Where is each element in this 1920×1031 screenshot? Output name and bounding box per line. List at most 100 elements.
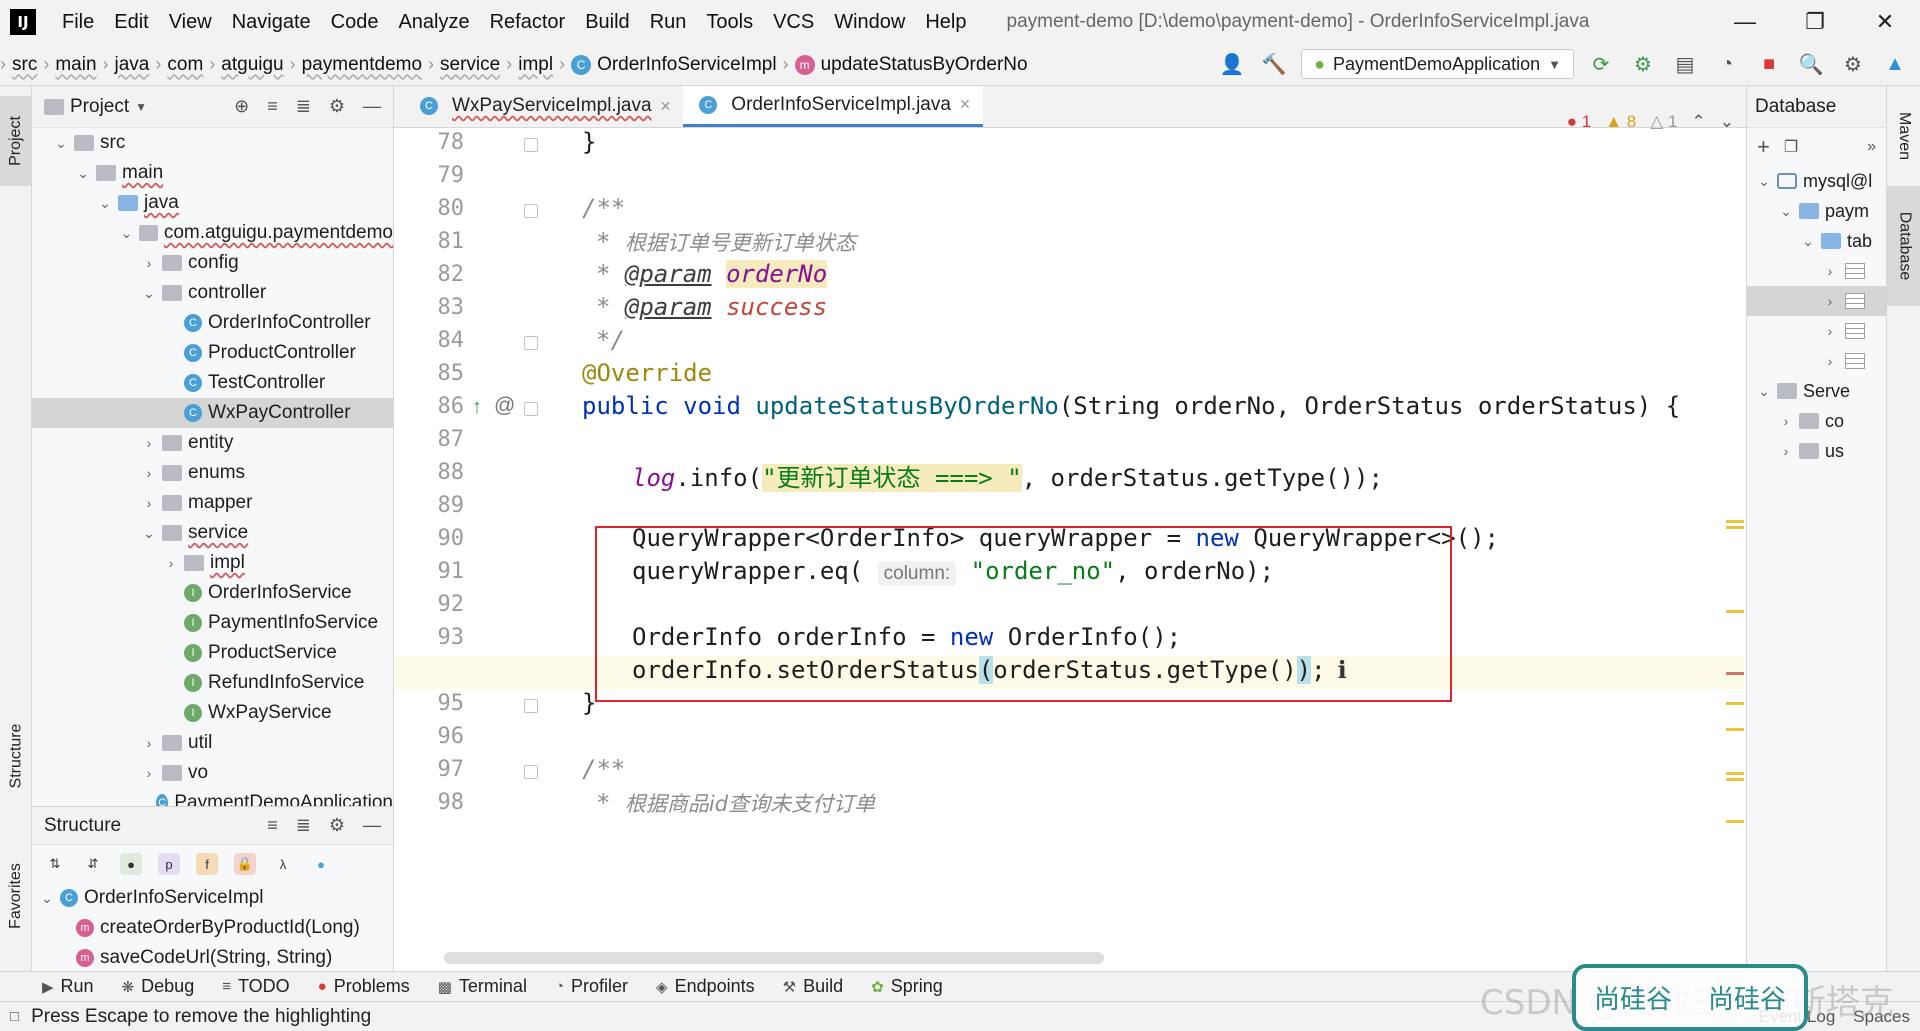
crumb-class[interactable]: C OrderInfoServiceImpl [565,54,783,76]
crumb-impl[interactable]: impl [512,54,559,76]
debug-tool-button[interactable]: ❋ Debug [122,976,195,997]
chevron-up-icon[interactable]: ⌃ [1692,112,1706,132]
autoscroll-icon[interactable]: ● [310,853,332,875]
warning-mark[interactable] [1726,772,1744,775]
implements-method-icon[interactable]: ↑ [472,396,482,419]
crumb-src[interactable]: src [6,54,43,76]
tree-item[interactable]: C ProductController [32,338,393,368]
crumb-java[interactable]: java [109,54,156,76]
tree-item[interactable]: › vo [32,758,393,788]
tree-item[interactable]: › impl [32,548,393,578]
crumb-main[interactable]: main [49,54,102,76]
hide-icon[interactable]: — [363,96,381,117]
structure-item[interactable]: m createOrderByProductId(Long) [32,913,393,943]
database-tree-item[interactable]: › [1747,286,1886,316]
problems-tool-button[interactable]: ● Problems [318,976,410,997]
stop-icon[interactable]: ■ [1754,49,1784,79]
database-tree-item[interactable]: › [1747,256,1886,286]
sort-alpha-icon[interactable]: ⇵ [82,853,104,875]
tree-item[interactable]: › enums [32,458,393,488]
tree-item[interactable]: C WxPayController [32,398,393,428]
chevron-right-icon[interactable]: › [140,495,158,511]
chevron-right-icon[interactable]: › [140,255,158,271]
project-view-select[interactable]: Project ▼ [44,96,147,118]
expand-all-icon[interactable]: ≡ [267,815,278,836]
warning-mark[interactable] [1726,526,1744,529]
build-tool-button[interactable]: ⚒ Build [783,976,843,997]
database-tree-item[interactable]: ⌄ Serve [1747,376,1886,406]
favorites-tool-tab[interactable]: Favorites [0,846,32,946]
menu-window[interactable]: Window [824,0,915,44]
sort-visibility-icon[interactable]: ⇅ [44,853,66,875]
warning-mark[interactable] [1726,610,1744,613]
warning-mark[interactable] [1726,702,1744,705]
locate-icon[interactable]: ⊕ [234,96,249,117]
hide-icon[interactable]: — [363,815,381,836]
search-icon[interactable]: 🔍 [1796,49,1826,79]
tree-item[interactable]: › mapper [32,488,393,518]
show-inherited-icon[interactable]: ● [120,853,142,875]
crumb-com[interactable]: com [161,54,209,76]
chevron-right-icon[interactable]: › [140,435,158,451]
tree-item[interactable]: I RefundInfoService [32,668,393,698]
todo-tool-button[interactable]: ≡ TODO [222,976,289,997]
chevron-right-icon[interactable]: › [1821,263,1839,279]
run-tool-button[interactable]: ▶ Run [42,976,94,997]
structure-tool-tab[interactable]: Structure [0,706,32,806]
chevron-right-icon[interactable]: › [1777,413,1795,429]
tree-item[interactable]: C TestController [32,368,393,398]
collapse-all-icon[interactable]: ≣ [296,96,311,117]
menu-build[interactable]: Build [575,0,639,44]
warning-mark[interactable] [1726,520,1744,523]
more-icon[interactable]: » [1867,138,1876,156]
menu-edit[interactable]: Edit [104,0,158,44]
menu-vcs[interactable]: VCS [763,0,824,44]
code-area[interactable]: } /** * 根据订单号更新订单状态 * @param orderNo * @… [394,128,1744,971]
tree-item[interactable]: I WxPayService [32,698,393,728]
show-non-public-icon[interactable]: 🔒 [234,853,256,875]
menu-refactor[interactable]: Refactor [480,0,576,44]
gear-icon[interactable]: ⚙ [329,96,345,117]
close-tab-icon[interactable]: ✕ [959,96,971,113]
tree-item[interactable]: ⌄ src [32,128,393,158]
chevron-down-icon[interactable]: ⌄ [1799,233,1817,250]
menu-file[interactable]: File [52,0,104,44]
maven-tool-tab[interactable]: Maven [1887,96,1920,176]
warning-mark[interactable] [1726,778,1744,781]
layout-icon[interactable]: □ [10,1008,19,1025]
coverage-icon[interactable]: ▤ [1670,49,1700,79]
close-icon[interactable]: ✕ [1850,0,1920,44]
tree-item[interactable]: C OrderInfoController [32,308,393,338]
crumb-service[interactable]: service [434,54,506,76]
horizontal-scrollbar[interactable] [444,952,1104,964]
menu-tools[interactable]: Tools [696,0,763,44]
tab-wxpayserviceimpl[interactable]: C WxPayServiceImpl.java ✕ [404,86,683,127]
show-properties-icon[interactable]: p [158,853,180,875]
menu-analyze[interactable]: Analyze [388,0,479,44]
run-configuration-select[interactable]: ● PaymentDemoApplication ▼ [1301,49,1574,79]
database-tree-item[interactable]: ⌄ paym [1747,196,1886,226]
user-icon[interactable]: 👤 [1217,49,1247,79]
tree-item[interactable]: ⌄ main [32,158,393,188]
menu-help[interactable]: Help [915,0,976,44]
crumb-method[interactable]: m updateStatusByOrderNo [789,54,1034,76]
structure-item[interactable]: m saveCodeUrl(String, String) [32,943,393,971]
chevron-right-icon[interactable]: › [1821,323,1839,339]
tree-item[interactable]: › entity [32,428,393,458]
chevron-right-icon[interactable]: › [1777,443,1795,459]
hammer-icon[interactable]: 🔨 [1259,49,1289,79]
menu-navigate[interactable]: Navigate [222,0,321,44]
copy-icon[interactable]: ❐ [1784,137,1798,157]
expand-all-icon[interactable]: ≡ [267,96,278,117]
chevron-down-icon[interactable]: ⌄ [52,135,70,152]
line-number-gutter[interactable]: 787980818283848586↑@87888990919293949596… [394,128,538,971]
crumb-paymentdemo[interactable]: paymentdemo [296,54,428,76]
profiler-icon[interactable]: ◔ [1712,49,1742,79]
tree-item[interactable]: › util [32,728,393,758]
chevron-right-icon[interactable]: › [140,465,158,481]
chevron-down-icon[interactable]: ⌄ [96,195,114,212]
gear-icon[interactable]: ⚙ [329,815,345,836]
restore-icon[interactable]: ❐ [1780,0,1850,44]
annotation-icon[interactable]: @ [494,394,515,418]
database-tool-tab[interactable]: Database [1887,186,1920,306]
